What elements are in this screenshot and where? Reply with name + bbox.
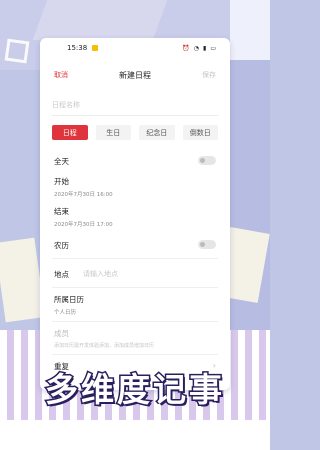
- calendar-label: 所属日历: [54, 295, 84, 304]
- cancel-button[interactable]: 取消: [54, 70, 68, 80]
- signal-icon: ▮: [203, 44, 207, 52]
- status-bar: 15:38 ⏰ ◔ ▮ ▭: [40, 38, 230, 58]
- tab-schedule[interactable]: 日程: [52, 125, 88, 140]
- location-input[interactable]: 请输入地点: [83, 269, 118, 279]
- location-row[interactable]: 地点 请输入地点: [54, 267, 216, 281]
- calendar-row[interactable]: 所属日历 个人日历: [54, 294, 216, 316]
- lunar-label: 农历: [54, 241, 69, 250]
- nav-bar: 取消 新建日程 保存: [40, 58, 230, 92]
- end-value: 2020年7月30日 17:00: [54, 222, 113, 228]
- event-name-input[interactable]: 日程名称: [52, 92, 218, 116]
- members-row[interactable]: 成员 添加日历需开发体验添加，添加成员增加日历: [54, 328, 216, 349]
- divider: [52, 321, 218, 322]
- wifi-icon: ◔: [193, 44, 200, 52]
- allday-row: 全天: [54, 156, 216, 170]
- start-value: 2020年7月30日 16:00: [54, 192, 113, 198]
- notification-icon: [92, 45, 99, 51]
- start-row[interactable]: 开始 2020年7月30日 16:00: [54, 176, 216, 198]
- start-label: 开始: [54, 177, 69, 186]
- status-time: 15:38: [67, 44, 88, 52]
- end-row[interactable]: 结束 2020年7月30日 17:00: [54, 206, 216, 228]
- allday-toggle[interactable]: [198, 156, 216, 165]
- status-icons: ⏰ ◔ ▮ ▭: [182, 45, 216, 52]
- event-type-tabs: 日程 生日 纪念日 倒数日: [52, 125, 218, 140]
- lunar-row: 农历: [54, 240, 216, 254]
- members-label: 成员: [54, 329, 69, 338]
- lunar-toggle[interactable]: [198, 240, 216, 249]
- phone-screen: 15:38 ⏰ ◔ ▮ ▭ 取消 新建日程 保存 日程名称 日程 生日 纪念日 …: [40, 38, 230, 390]
- calendar-value: 个人日历: [54, 310, 77, 316]
- battery-icon: ▭: [210, 44, 216, 52]
- alarm-icon: ⏰: [182, 44, 190, 52]
- divider: [52, 287, 218, 288]
- decorative-card-left: [0, 237, 46, 323]
- decorative-square: [4, 38, 30, 64]
- background-bottom: [0, 420, 270, 450]
- end-label: 结束: [54, 207, 69, 216]
- tab-countdown[interactable]: 倒数日: [182, 125, 218, 140]
- members-hint: 添加日历需开发体验添加，添加成员增加日历: [54, 343, 155, 349]
- divider: [52, 354, 218, 355]
- background-plate-right: [230, 0, 270, 60]
- promo-banner-text: 多维度记事: [44, 370, 225, 409]
- chevron-right-icon: ›: [212, 361, 216, 370]
- allday-label: 全天: [54, 157, 69, 166]
- location-label: 地点: [54, 269, 69, 279]
- divider: [52, 258, 218, 259]
- tab-birthday[interactable]: 生日: [95, 125, 131, 140]
- background-plate: [32, 0, 168, 40]
- save-button[interactable]: 保存: [202, 70, 216, 80]
- tab-anniversary[interactable]: 纪念日: [139, 125, 175, 140]
